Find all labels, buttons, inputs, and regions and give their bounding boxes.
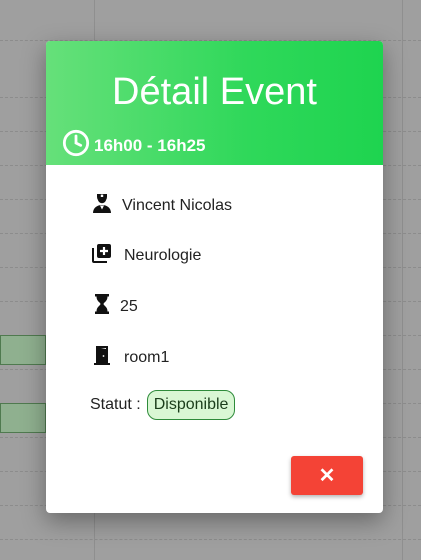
close-button[interactable]: ✕ [291,456,363,495]
event-time-row: 16h00 - 16h25 [62,129,206,162]
status-row: Statut : Disponible [90,390,236,420]
doctor-icon [90,191,114,220]
doctor-row: Vincent Nicolas [90,191,232,220]
calendar-event-block[interactable] [0,335,46,365]
grid-line [0,539,421,540]
modal-header: Détail Event 16h00 - 16h25 [46,41,383,165]
specialty-row: Neurologie [90,241,201,270]
calendar-event-block[interactable] [0,403,46,433]
status-label: Statut : [90,396,141,413]
room-row: room1 [90,343,169,372]
duration-row: 25 [90,292,138,321]
specialty: Neurologie [124,246,202,264]
modal-title: Détail Event [112,71,317,113]
event-time: 16h00 - 16h25 [94,135,206,155]
hourglass-icon [90,292,114,321]
grid-column-line [402,0,403,560]
event-detail-modal: Détail Event 16h00 - 16h25 Vincent Nicol… [46,41,383,513]
status-badge: Disponible [146,390,236,420]
close-icon: ✕ [318,465,336,487]
clock-icon [62,129,90,162]
door-icon [90,343,114,372]
doctor-name: Vincent Nicolas [122,196,232,214]
duration-value: 25 [120,297,138,315]
medical-plus-icon [90,241,114,270]
room-value: room1 [124,348,170,366]
